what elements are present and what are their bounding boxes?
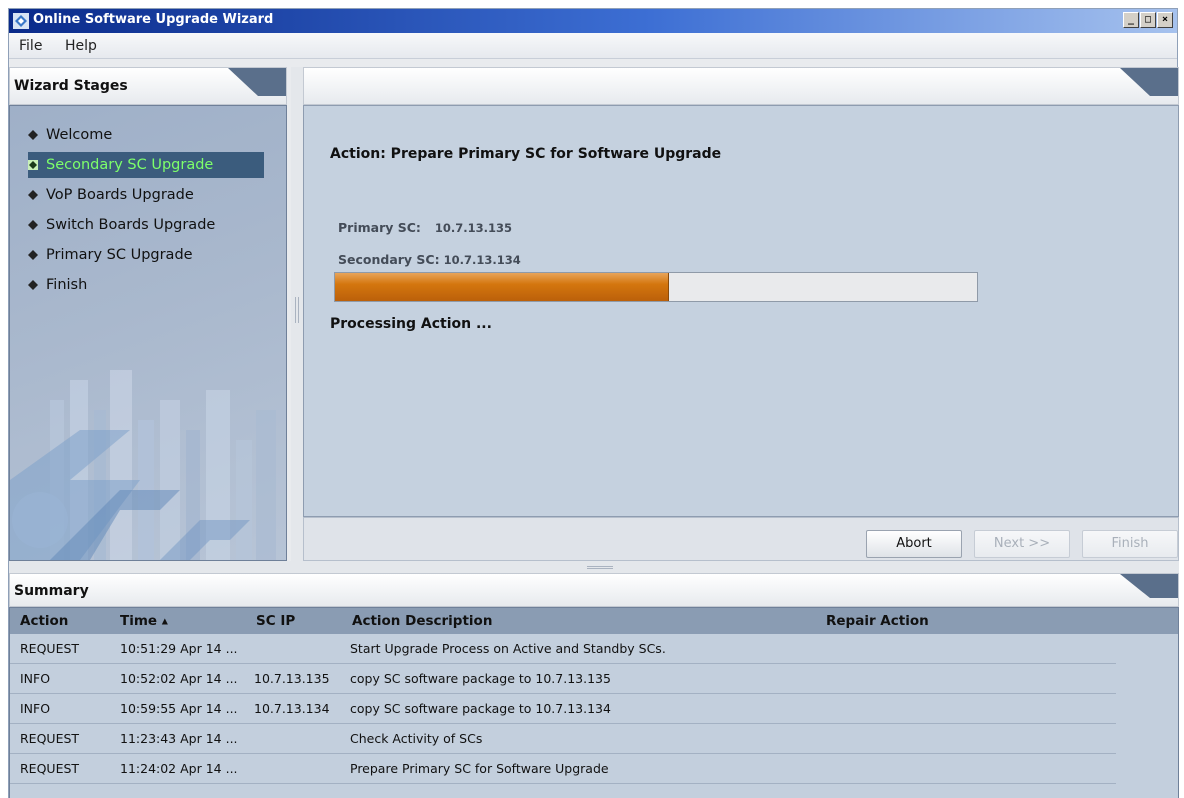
cell-sc-ip: 10.7.13.135 xyxy=(254,671,330,686)
summary-header: Summary xyxy=(9,573,1179,607)
summary-title: Summary xyxy=(14,583,89,599)
stage-secondary-sc-upgrade[interactable]: Secondary SC Upgrade xyxy=(28,152,264,178)
vertical-splitter[interactable] xyxy=(291,67,303,561)
abort-button[interactable]: Abort xyxy=(866,530,962,558)
table-row[interactable]: INFO 10:52:02 Apr 14 ... 10.7.13.135 copy S… xyxy=(10,664,1116,694)
cell-action: INFO xyxy=(20,701,51,716)
cell-time: 10:51:29 Apr 14 ... xyxy=(120,641,238,656)
window-controls: _ □ × xyxy=(1123,12,1173,28)
stages-list: Welcome Secondary SC Upgrade VoP Boards … xyxy=(9,105,287,561)
cell-description: copy SC software package to 10.7.13.135 xyxy=(350,671,611,686)
diamond-bullet-icon xyxy=(28,160,38,170)
header-tab-decoration xyxy=(1120,68,1178,96)
cell-description: Prepare Primary SC for Software Upgrade xyxy=(350,761,609,776)
cell-description: Start Upgrade Process on Active and Stan… xyxy=(350,641,666,656)
cell-description: copy SC software package to 10.7.13.134 xyxy=(350,701,611,716)
column-header-time[interactable]: Time ▲ xyxy=(120,613,168,629)
cell-time: 10:59:55 Apr 14 ... xyxy=(120,701,238,716)
stage-label: Switch Boards Upgrade xyxy=(46,217,216,233)
stage-label: VoP Boards Upgrade xyxy=(46,187,194,203)
column-header-description[interactable]: Action Description xyxy=(352,613,492,629)
stage-switch-boards-upgrade[interactable]: Switch Boards Upgrade xyxy=(28,212,264,238)
wizard-stages-header: Wizard Stages xyxy=(9,67,287,105)
cell-action: REQUEST xyxy=(20,641,80,656)
title-bar[interactable]: Online Software Upgrade Wizard _ □ × xyxy=(9,9,1177,33)
column-label: Time xyxy=(120,613,158,629)
primary-sc-value: 10.7.13.135 xyxy=(434,221,513,235)
sort-ascending-icon: ▲ xyxy=(161,616,168,626)
table-row[interactable]: REQUEST 11:24:02 Apr 14 ... Prepare Primar… xyxy=(10,754,1116,784)
diamond-bullet-icon xyxy=(28,280,38,290)
horizontal-splitter[interactable] xyxy=(9,561,1179,573)
cell-time: 11:23:43 Apr 14 ... xyxy=(120,731,238,746)
cell-action: REQUEST xyxy=(20,731,80,746)
window-title: Online Software Upgrade Wizard xyxy=(33,12,274,27)
summary-table: Action Time ▲ SC IP Action Description R… xyxy=(9,607,1179,798)
diamond-bullet-icon xyxy=(28,190,38,200)
stage-primary-sc-upgrade[interactable]: Primary SC Upgrade xyxy=(28,242,264,268)
next-button[interactable]: Next >> xyxy=(974,530,1070,558)
action-content: Action: Prepare Primary SC for Software … xyxy=(303,105,1179,517)
header-tab-decoration xyxy=(228,68,286,96)
column-header-sc-ip[interactable]: SC IP xyxy=(256,613,295,629)
cell-time: 11:24:02 Apr 14 ... xyxy=(120,761,238,776)
splitter-grip xyxy=(295,297,299,323)
menu-file[interactable]: File xyxy=(19,38,42,54)
table-header-row: Action Time ▲ SC IP Action Description R… xyxy=(10,608,1178,634)
cell-description: Check Activity of SCs xyxy=(350,731,483,746)
stage-label: Primary SC Upgrade xyxy=(46,247,193,263)
stage-welcome[interactable]: Welcome xyxy=(28,122,264,148)
stage-label: Welcome xyxy=(46,127,113,143)
wizard-stages-title: Wizard Stages xyxy=(14,78,128,94)
secondary-sc-label: Secondary SC: xyxy=(338,252,440,267)
wizard-window: Online Software Upgrade Wizard _ □ × Fil… xyxy=(8,8,1179,798)
cell-action: REQUEST xyxy=(20,761,80,776)
cell-sc-ip: 10.7.13.134 xyxy=(254,701,330,716)
app-icon xyxy=(13,13,29,29)
table-row[interactable]: REQUEST 10:51:29 Apr 14 ... Start Upgrade … xyxy=(10,634,1116,664)
minimize-button[interactable]: _ xyxy=(1123,12,1139,28)
close-button[interactable]: × xyxy=(1157,12,1173,28)
wizard-stages-panel: Wizard Stages Welcome Secondary SC Upgra… xyxy=(9,67,291,561)
progress-bar xyxy=(334,272,978,302)
secondary-sc-value: 10.7.13.134 xyxy=(443,253,521,267)
menu-help[interactable]: Help xyxy=(65,38,97,54)
column-header-repair[interactable]: Repair Action xyxy=(826,613,929,629)
secondary-sc-line: Secondary SC: 10.7.13.134 xyxy=(338,252,521,267)
action-panel-header xyxy=(303,67,1179,105)
primary-sc-line: Primary SC: 10.7.13.135 xyxy=(338,220,512,235)
menu-bar: File Help xyxy=(9,33,1177,59)
processing-status: Processing Action ... xyxy=(330,316,492,332)
splitter-grip xyxy=(587,566,613,569)
table-row[interactable]: INFO 10:59:55 Apr 14 ... 10.7.13.134 copy S… xyxy=(10,694,1116,724)
cell-time: 10:52:02 Apr 14 ... xyxy=(120,671,238,686)
stage-label: Finish xyxy=(46,277,88,293)
header-tab-decoration xyxy=(1120,574,1178,598)
diamond-bullet-icon xyxy=(28,130,38,140)
diamond-bullet-icon xyxy=(28,220,38,230)
cell-action: INFO xyxy=(20,671,51,686)
table-row[interactable]: REQUEST 11:23:43 Apr 14 ... Check Activity… xyxy=(10,724,1116,754)
primary-sc-label: Primary SC: xyxy=(338,220,421,235)
progress-fill xyxy=(335,273,669,301)
diamond-bullet-icon xyxy=(28,250,38,260)
wizard-button-bar: Abort Next >> Finish xyxy=(303,517,1179,561)
finish-button[interactable]: Finish xyxy=(1082,530,1178,558)
stage-finish[interactable]: Finish xyxy=(28,272,264,298)
action-panel: Action: Prepare Primary SC for Software … xyxy=(303,67,1179,561)
maximize-button[interactable]: □ xyxy=(1140,12,1156,28)
column-header-action[interactable]: Action xyxy=(20,613,68,629)
stage-label: Secondary SC Upgrade xyxy=(46,157,214,173)
action-title: Action: Prepare Primary SC for Software … xyxy=(330,146,722,162)
background-graphic xyxy=(10,370,276,560)
stage-vop-boards-upgrade[interactable]: VoP Boards Upgrade xyxy=(28,182,264,208)
